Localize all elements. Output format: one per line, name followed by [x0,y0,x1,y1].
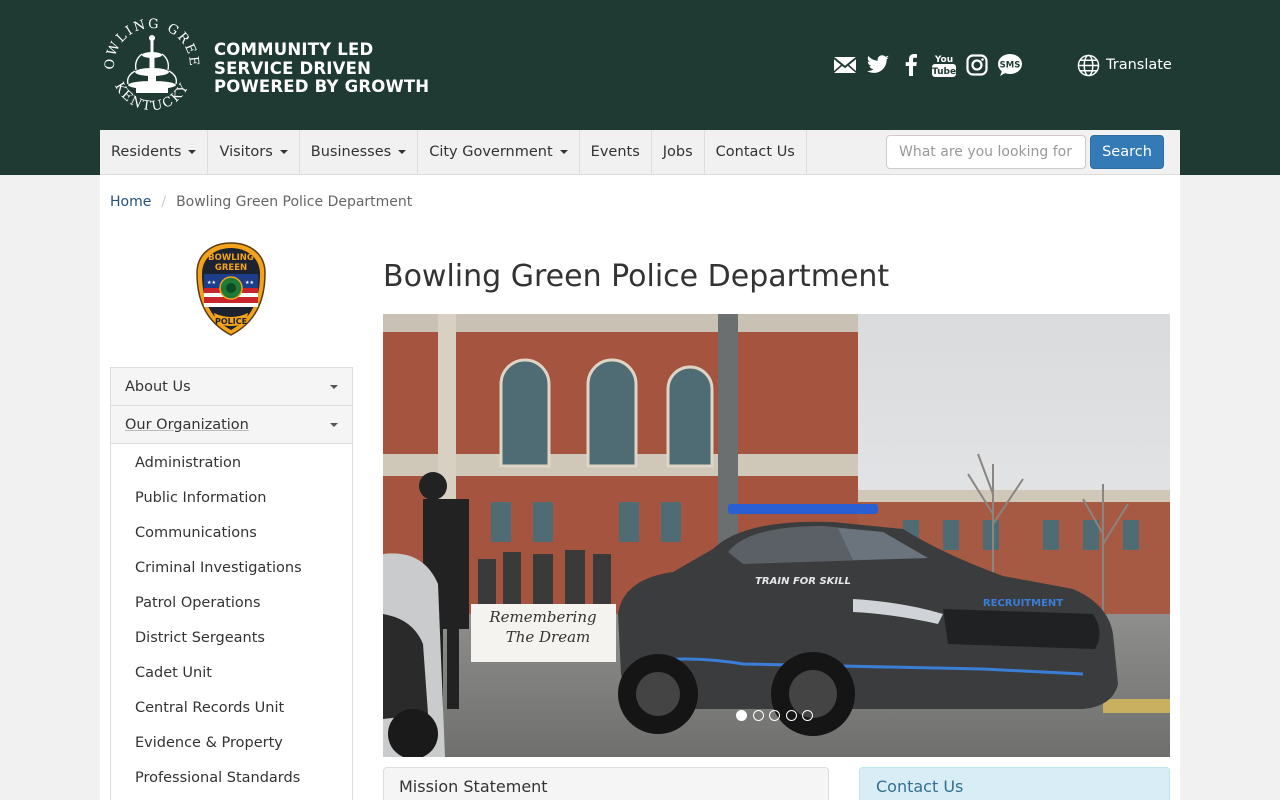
sidenav-item-administration[interactable]: Administration [111,445,352,480]
sms-icon[interactable]: SMS [997,52,1023,78]
carousel-dot-4[interactable] [785,710,797,721]
nav-menu: Residents Visitors Businesses City Gover… [100,130,807,174]
carousel-dot-5[interactable] [802,710,813,721]
tagline-line-1: COMMUNITY LED [214,40,374,59]
caret-down-icon [559,150,568,154]
hero-car-text-1: TRAIN FOR SKILL [755,576,851,587]
caret-down-icon [330,422,338,427]
sidenav-item-cadet-unit[interactable]: Cadet Unit [111,655,352,690]
twitter-icon[interactable] [865,52,891,78]
nav-residents-label: Residents [111,144,182,160]
sidenav-about-us[interactable]: About Us [111,368,352,406]
search-button[interactable]: Search [1090,135,1164,169]
hero-banner-line-1: Remembering [488,608,596,626]
main-navbar: Residents Visitors Businesses City Gover… [100,130,1180,175]
sidenav-item-public-information[interactable]: Public Information [111,480,352,515]
nav-city-government-label: City Government [429,144,553,160]
translate-label: Translate [1106,57,1172,73]
badge-middle-text: GREEN [215,263,247,273]
caret-down-icon [279,150,288,154]
breadcrumb-home-link[interactable]: Home [110,194,151,210]
caret-down-icon [188,150,197,154]
nav-visitors[interactable]: Visitors [208,130,300,174]
nav-businesses[interactable]: Businesses [300,130,419,174]
police-badge-logo: BOWLING GREEN ★★ ★★ POLICE [196,242,266,336]
caret-down-icon [398,150,407,154]
breadcrumb-current: Bowling Green Police Department [176,194,413,210]
breadcrumb-separator: / [161,194,167,210]
carousel-dot-1[interactable] [736,710,747,721]
sidenav-item-central-records-unit[interactable]: Central Records Unit [111,690,352,725]
sidenav-item-district-sergeants[interactable]: District Sergeants [111,620,352,655]
hero-slide-image: Remembering The Dream TRAIN FOR SKILL RE… [383,314,1170,757]
social-links: You Tube SMS [832,52,1030,78]
sidenav-item-evidence-property[interactable]: Evidence & Property [111,725,352,760]
site-logo[interactable]: BOWLING GREEN KENTUCKY COMMUNITY LED [100,14,429,118]
youtube-icon[interactable]: You Tube [931,52,957,78]
hero-car-text-2: RECRUITMENT [983,598,1063,609]
page-content: Home / Bowling Green Police Department B… [100,175,1180,800]
svg-text:★★: ★★ [207,280,216,286]
nav-jobs[interactable]: Jobs [652,130,705,174]
tagline-line-2: SERVICE DRIVEN [214,58,372,78]
svg-text:Tube: Tube [932,67,956,77]
mission-statement-heading: Mission Statement [399,777,548,796]
globe-icon [1077,54,1100,76]
nav-events-label: Events [590,144,640,160]
nav-jobs-label: Jobs [662,144,693,160]
nav-city-government[interactable]: City Government [418,130,580,174]
badge-top-text: BOWLING [208,253,254,263]
nav-residents[interactable]: Residents [100,130,209,174]
nav-contact-us-label: Contact Us [715,144,795,160]
site-header: BOWLING GREEN KENTUCKY COMMUNITY LED [0,0,1280,175]
side-navigation: About Us Our Organization Administration… [110,367,353,800]
nav-businesses-label: Businesses [310,144,392,160]
hero-banner-line-2: The Dream [506,628,591,646]
contact-us-heading: Contact Us [876,777,964,796]
svg-text:You: You [934,55,953,65]
page-title: Bowling Green Police Department [383,259,890,294]
sidenav-item-professional-standards[interactable]: Professional Standards [111,760,352,795]
carousel-dot-3[interactable] [769,710,780,721]
search-input[interactable] [886,135,1086,169]
contact-us-panel: Contact Us [859,767,1170,800]
email-icon[interactable] [832,52,858,78]
nav-visitors-label: Visitors [219,144,273,160]
sidenav-item-communications[interactable]: Communications [111,515,352,550]
nav-events[interactable]: Events [580,130,652,174]
svg-text:★★: ★★ [245,280,254,286]
city-seal-icon: BOWLING GREEN KENTUCKY [100,14,199,114]
sidenav-item-patrol-operations[interactable]: Patrol Operations [111,585,352,620]
badge-bottom-text: POLICE [215,317,247,326]
nav-contact-us[interactable]: Contact Us [705,130,807,174]
svg-text:SMS: SMS [1000,61,1021,71]
sidenav-about-us-label: About Us [125,378,191,395]
translate-button[interactable]: Translate [1077,52,1172,78]
tagline-line-3: POWERED BY GROWTH [214,77,430,96]
sidenav-our-organization[interactable]: Our Organization [111,406,352,444]
sidenav-our-organization-label: Our Organization [125,416,249,433]
breadcrumb: Home / Bowling Green Police Department [110,194,412,210]
instagram-icon[interactable] [964,52,990,78]
mission-statement-panel: Mission Statement [383,767,829,800]
carousel-indicators [736,710,819,721]
caret-down-icon [330,384,338,389]
facebook-icon[interactable] [898,52,924,78]
site-tagline: COMMUNITY LED SERVICE DRIVEN POWERED BY … [214,40,430,97]
hero-carousel[interactable]: Remembering The Dream TRAIN FOR SKILL RE… [383,314,1170,757]
carousel-dot-2[interactable] [752,710,764,721]
sidenav-org-list: Administration Public Information Commun… [111,444,352,795]
sidenav-item-criminal-investigations[interactable]: Criminal Investigations [111,550,352,585]
